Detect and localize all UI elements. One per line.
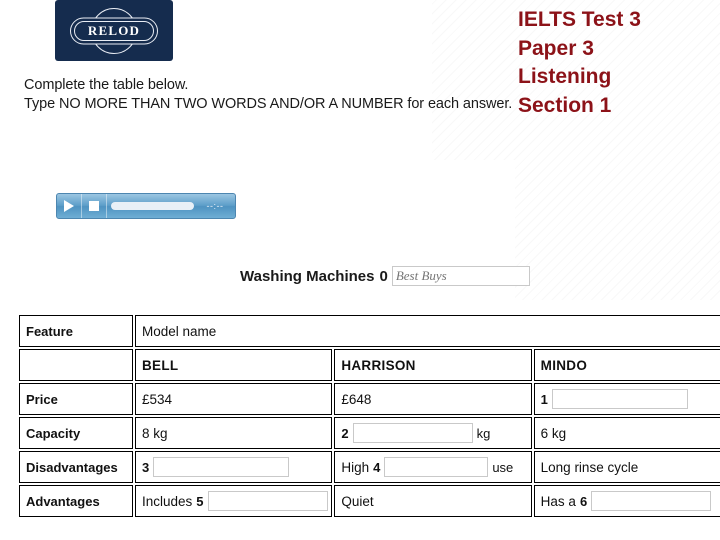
cell-text: 6 kg (540, 425, 567, 441)
cell-capacity-harrison: 2 kg (334, 417, 532, 449)
instruction-line-1: Complete the table below. (24, 77, 189, 93)
stop-button[interactable] (82, 194, 107, 218)
cell-capacity-mindo: 6 kg (533, 417, 720, 449)
content-panel-middle (0, 160, 515, 312)
models-feature-blank (19, 349, 133, 381)
washing-machines-table: Feature Model name BELL HARRISON MINDO P… (17, 313, 720, 519)
relod-logo: RELOD (55, 0, 173, 61)
cell-price-harrison: £648 (334, 383, 532, 415)
answer-input-6[interactable] (591, 491, 712, 511)
table-row: Capacity 8 kg 2 kg 6 kg (19, 417, 720, 449)
cell-text: Long rinse cycle (540, 459, 639, 475)
suffix-text: programme (332, 494, 333, 509)
title-line-1: IELTS Test 3 (518, 8, 641, 31)
answer-input-3[interactable] (153, 457, 290, 477)
stop-icon (89, 201, 99, 211)
question-number-6: 6 (579, 493, 588, 509)
cell-price-bell: £534 (135, 383, 333, 415)
page-title: IELTS Test 3 Paper 3 Listening Section 1 (518, 6, 718, 120)
title-line-4: Section 1 (518, 93, 612, 117)
logo-emblem: RELOD (68, 7, 160, 54)
play-button[interactable] (57, 194, 82, 218)
unit-suffix: kg (476, 425, 491, 441)
model-mindo: MINDO (533, 349, 720, 381)
cell-text: 8 kg (142, 425, 168, 441)
row-label-price: Price (19, 383, 133, 415)
cell-advantages-bell: Includes 5 programme (135, 485, 333, 517)
suffix-text: use (492, 459, 514, 475)
question-number-0: 0 (379, 267, 388, 285)
instructions: Complete the table below. Type NO MORE T… (24, 76, 513, 114)
cell-disadvantages-harrison: High 4 use (334, 451, 532, 483)
model-harrison: HARRISON (334, 349, 532, 381)
answer-input-4[interactable] (384, 457, 489, 477)
audio-progress-track[interactable] (107, 194, 198, 218)
cell-text: £534 (142, 391, 173, 407)
audio-progress-bar[interactable] (111, 202, 194, 210)
answer-input-1[interactable] (551, 389, 688, 409)
answer-input-2[interactable] (352, 423, 473, 443)
prefix-text: Has a (540, 493, 576, 509)
title-line-2: Paper 3 (518, 36, 594, 60)
audio-time-display: --:-- (206, 201, 224, 211)
washing-machines-heading-row: Washing Machines 0 (240, 266, 530, 286)
table-row: Advantages Includes 5 programme Quiet Ha… (19, 485, 720, 517)
cell-disadvantages-mindo: Long rinse cycle (533, 451, 720, 483)
logo-text: RELOD (87, 22, 141, 38)
model-bell: BELL (135, 349, 333, 381)
question-number-1: 1 (540, 391, 548, 407)
header-model-name: Model name (135, 315, 720, 347)
table-row: Disadvantages 3 High 4 use Long rinse cy… (19, 451, 720, 483)
cell-capacity-bell: 8 kg (135, 417, 333, 449)
cell-advantages-harrison: Quiet (334, 485, 532, 517)
row-label-disadvantages: Disadvantages (19, 451, 133, 483)
table-models-row: BELL HARRISON MINDO (19, 349, 720, 381)
prefix-text: High (341, 459, 370, 475)
instruction-line-2: Type NO MORE THAN TWO WORDS AND/OR A NUM… (24, 96, 513, 112)
cell-advantages-mindo: Has a 6 (533, 485, 720, 517)
row-label-capacity: Capacity (19, 417, 133, 449)
cell-text: £648 (341, 391, 372, 407)
cell-text: Quiet (341, 493, 374, 509)
answer-input-0[interactable] (391, 266, 530, 286)
question-number-5: 5 (196, 493, 204, 509)
prefix-text: Includes (142, 493, 193, 509)
answer-input-5[interactable] (207, 491, 328, 511)
header-feature: Feature (19, 315, 133, 347)
play-icon (64, 200, 74, 212)
cell-disadvantages-bell: 3 (135, 451, 333, 483)
cell-price-mindo: 1 (533, 383, 720, 415)
question-number-3: 3 (142, 459, 150, 475)
title-line-3: Listening (518, 65, 612, 88)
audio-player[interactable]: --:-- (56, 193, 236, 219)
table-row: Price £534 £648 1 (19, 383, 720, 415)
washing-machines-label: Washing Machines (240, 267, 375, 285)
row-label-advantages: Advantages (19, 485, 133, 517)
table-header-row: Feature Model name (19, 315, 720, 347)
question-number-2: 2 (341, 425, 349, 441)
question-number-4: 4 (373, 459, 381, 475)
